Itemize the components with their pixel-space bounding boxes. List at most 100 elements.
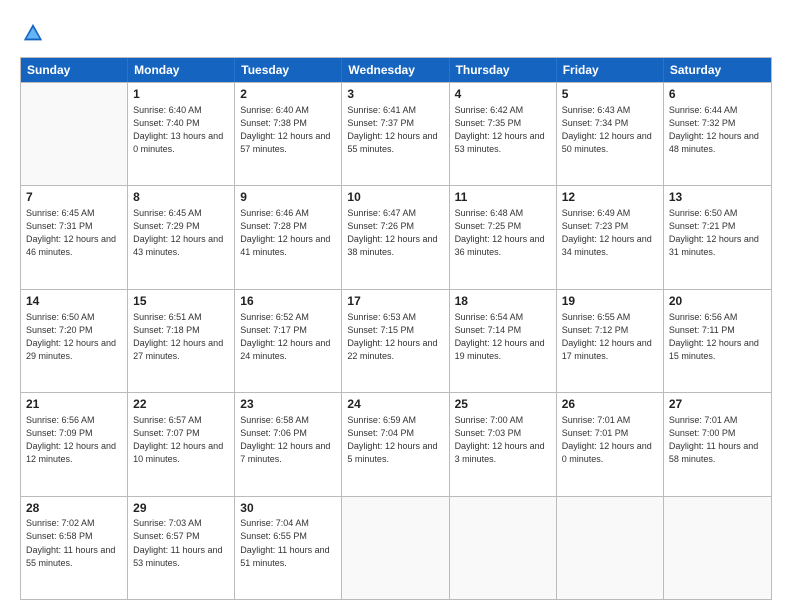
cell-sun-info: Sunrise: 6:41 AMSunset: 7:37 PMDaylight:…: [347, 104, 443, 156]
cell-sun-info: Sunrise: 7:03 AMSunset: 6:57 PMDaylight:…: [133, 517, 229, 569]
header-day-saturday: Saturday: [664, 58, 771, 82]
header-day-tuesday: Tuesday: [235, 58, 342, 82]
day-cell-empty-4-6: [664, 497, 771, 599]
header: [20, 18, 772, 49]
cell-sun-info: Sunrise: 6:40 AMSunset: 7:38 PMDaylight:…: [240, 104, 336, 156]
day-cell-14: 14Sunrise: 6:50 AMSunset: 7:20 PMDayligh…: [21, 290, 128, 392]
day-cell-30: 30Sunrise: 7:04 AMSunset: 6:55 PMDayligh…: [235, 497, 342, 599]
cell-sun-info: Sunrise: 6:53 AMSunset: 7:15 PMDaylight:…: [347, 311, 443, 363]
cell-day-number: 2: [240, 86, 336, 103]
page: SundayMondayTuesdayWednesdayThursdayFrid…: [0, 0, 792, 612]
day-cell-4: 4Sunrise: 6:42 AMSunset: 7:35 PMDaylight…: [450, 83, 557, 185]
cell-sun-info: Sunrise: 6:59 AMSunset: 7:04 PMDaylight:…: [347, 414, 443, 466]
calendar-week-4: 21Sunrise: 6:56 AMSunset: 7:09 PMDayligh…: [21, 392, 771, 495]
cell-day-number: 18: [455, 293, 551, 310]
day-cell-11: 11Sunrise: 6:48 AMSunset: 7:25 PMDayligh…: [450, 186, 557, 288]
calendar-week-2: 7Sunrise: 6:45 AMSunset: 7:31 PMDaylight…: [21, 185, 771, 288]
cell-day-number: 22: [133, 396, 229, 413]
day-cell-8: 8Sunrise: 6:45 AMSunset: 7:29 PMDaylight…: [128, 186, 235, 288]
cell-sun-info: Sunrise: 6:50 AMSunset: 7:20 PMDaylight:…: [26, 311, 122, 363]
cell-day-number: 15: [133, 293, 229, 310]
cell-sun-info: Sunrise: 6:45 AMSunset: 7:31 PMDaylight:…: [26, 207, 122, 259]
day-cell-empty-4-3: [342, 497, 449, 599]
cell-sun-info: Sunrise: 7:01 AMSunset: 7:00 PMDaylight:…: [669, 414, 766, 466]
day-cell-25: 25Sunrise: 7:00 AMSunset: 7:03 PMDayligh…: [450, 393, 557, 495]
cell-sun-info: Sunrise: 7:04 AMSunset: 6:55 PMDaylight:…: [240, 517, 336, 569]
day-cell-16: 16Sunrise: 6:52 AMSunset: 7:17 PMDayligh…: [235, 290, 342, 392]
cell-day-number: 9: [240, 189, 336, 206]
day-cell-26: 26Sunrise: 7:01 AMSunset: 7:01 PMDayligh…: [557, 393, 664, 495]
cell-day-number: 28: [26, 500, 122, 517]
header-day-monday: Monday: [128, 58, 235, 82]
calendar-header: SundayMondayTuesdayWednesdayThursdayFrid…: [21, 58, 771, 82]
cell-sun-info: Sunrise: 6:42 AMSunset: 7:35 PMDaylight:…: [455, 104, 551, 156]
cell-day-number: 11: [455, 189, 551, 206]
calendar-week-3: 14Sunrise: 6:50 AMSunset: 7:20 PMDayligh…: [21, 289, 771, 392]
cell-sun-info: Sunrise: 6:47 AMSunset: 7:26 PMDaylight:…: [347, 207, 443, 259]
cell-day-number: 19: [562, 293, 658, 310]
cell-day-number: 13: [669, 189, 766, 206]
cell-day-number: 5: [562, 86, 658, 103]
day-cell-27: 27Sunrise: 7:01 AMSunset: 7:00 PMDayligh…: [664, 393, 771, 495]
day-cell-13: 13Sunrise: 6:50 AMSunset: 7:21 PMDayligh…: [664, 186, 771, 288]
cell-day-number: 7: [26, 189, 122, 206]
cell-sun-info: Sunrise: 7:01 AMSunset: 7:01 PMDaylight:…: [562, 414, 658, 466]
cell-day-number: 27: [669, 396, 766, 413]
cell-day-number: 29: [133, 500, 229, 517]
cell-sun-info: Sunrise: 6:48 AMSunset: 7:25 PMDaylight:…: [455, 207, 551, 259]
cell-sun-info: Sunrise: 6:52 AMSunset: 7:17 PMDaylight:…: [240, 311, 336, 363]
day-cell-17: 17Sunrise: 6:53 AMSunset: 7:15 PMDayligh…: [342, 290, 449, 392]
logo: [20, 22, 44, 49]
cell-sun-info: Sunrise: 6:43 AMSunset: 7:34 PMDaylight:…: [562, 104, 658, 156]
day-cell-10: 10Sunrise: 6:47 AMSunset: 7:26 PMDayligh…: [342, 186, 449, 288]
day-cell-5: 5Sunrise: 6:43 AMSunset: 7:34 PMDaylight…: [557, 83, 664, 185]
day-cell-3: 3Sunrise: 6:41 AMSunset: 7:37 PMDaylight…: [342, 83, 449, 185]
cell-sun-info: Sunrise: 6:57 AMSunset: 7:07 PMDaylight:…: [133, 414, 229, 466]
cell-day-number: 21: [26, 396, 122, 413]
day-cell-19: 19Sunrise: 6:55 AMSunset: 7:12 PMDayligh…: [557, 290, 664, 392]
day-cell-empty-4-5: [557, 497, 664, 599]
cell-sun-info: Sunrise: 6:45 AMSunset: 7:29 PMDaylight:…: [133, 207, 229, 259]
day-cell-12: 12Sunrise: 6:49 AMSunset: 7:23 PMDayligh…: [557, 186, 664, 288]
cell-sun-info: Sunrise: 6:56 AMSunset: 7:11 PMDaylight:…: [669, 311, 766, 363]
cell-sun-info: Sunrise: 6:50 AMSunset: 7:21 PMDaylight:…: [669, 207, 766, 259]
cell-day-number: 23: [240, 396, 336, 413]
cell-sun-info: Sunrise: 6:44 AMSunset: 7:32 PMDaylight:…: [669, 104, 766, 156]
day-cell-empty-0-0: [21, 83, 128, 185]
day-cell-2: 2Sunrise: 6:40 AMSunset: 7:38 PMDaylight…: [235, 83, 342, 185]
day-cell-28: 28Sunrise: 7:02 AMSunset: 6:58 PMDayligh…: [21, 497, 128, 599]
cell-sun-info: Sunrise: 6:51 AMSunset: 7:18 PMDaylight:…: [133, 311, 229, 363]
cell-day-number: 12: [562, 189, 658, 206]
day-cell-7: 7Sunrise: 6:45 AMSunset: 7:31 PMDaylight…: [21, 186, 128, 288]
day-cell-23: 23Sunrise: 6:58 AMSunset: 7:06 PMDayligh…: [235, 393, 342, 495]
cell-sun-info: Sunrise: 6:54 AMSunset: 7:14 PMDaylight:…: [455, 311, 551, 363]
header-day-friday: Friday: [557, 58, 664, 82]
day-cell-29: 29Sunrise: 7:03 AMSunset: 6:57 PMDayligh…: [128, 497, 235, 599]
cell-sun-info: Sunrise: 6:46 AMSunset: 7:28 PMDaylight:…: [240, 207, 336, 259]
day-cell-1: 1Sunrise: 6:40 AMSunset: 7:40 PMDaylight…: [128, 83, 235, 185]
cell-day-number: 6: [669, 86, 766, 103]
day-cell-22: 22Sunrise: 6:57 AMSunset: 7:07 PMDayligh…: [128, 393, 235, 495]
calendar-week-5: 28Sunrise: 7:02 AMSunset: 6:58 PMDayligh…: [21, 496, 771, 599]
cell-sun-info: Sunrise: 6:40 AMSunset: 7:40 PMDaylight:…: [133, 104, 229, 156]
cell-sun-info: Sunrise: 6:58 AMSunset: 7:06 PMDaylight:…: [240, 414, 336, 466]
cell-sun-info: Sunrise: 7:02 AMSunset: 6:58 PMDaylight:…: [26, 517, 122, 569]
day-cell-18: 18Sunrise: 6:54 AMSunset: 7:14 PMDayligh…: [450, 290, 557, 392]
cell-day-number: 10: [347, 189, 443, 206]
day-cell-6: 6Sunrise: 6:44 AMSunset: 7:32 PMDaylight…: [664, 83, 771, 185]
cell-day-number: 30: [240, 500, 336, 517]
cell-sun-info: Sunrise: 6:55 AMSunset: 7:12 PMDaylight:…: [562, 311, 658, 363]
day-cell-20: 20Sunrise: 6:56 AMSunset: 7:11 PMDayligh…: [664, 290, 771, 392]
calendar-body: 1Sunrise: 6:40 AMSunset: 7:40 PMDaylight…: [21, 82, 771, 599]
cell-day-number: 14: [26, 293, 122, 310]
calendar-week-1: 1Sunrise: 6:40 AMSunset: 7:40 PMDaylight…: [21, 82, 771, 185]
calendar: SundayMondayTuesdayWednesdayThursdayFrid…: [20, 57, 772, 600]
cell-sun-info: Sunrise: 7:00 AMSunset: 7:03 PMDaylight:…: [455, 414, 551, 466]
header-day-thursday: Thursday: [450, 58, 557, 82]
cell-sun-info: Sunrise: 6:56 AMSunset: 7:09 PMDaylight:…: [26, 414, 122, 466]
cell-sun-info: Sunrise: 6:49 AMSunset: 7:23 PMDaylight:…: [562, 207, 658, 259]
cell-day-number: 17: [347, 293, 443, 310]
cell-day-number: 16: [240, 293, 336, 310]
header-day-sunday: Sunday: [21, 58, 128, 82]
cell-day-number: 1: [133, 86, 229, 103]
